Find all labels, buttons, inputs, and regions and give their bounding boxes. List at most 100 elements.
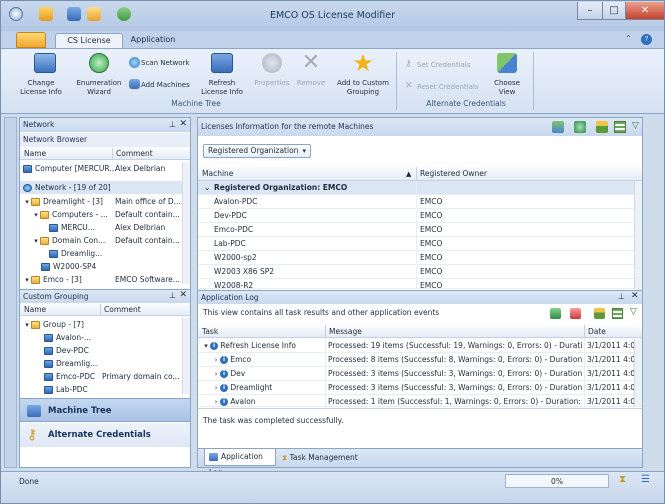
table-row[interactable]: Dev-PDC EMCO <box>198 209 642 223</box>
add-machines-icon[interactable] <box>129 79 140 89</box>
choose-view-icon[interactable] <box>497 53 517 73</box>
add-machines-button[interactable]: Add Machines <box>141 81 193 90</box>
clear-log-icon[interactable] <box>570 308 581 319</box>
nav-alternate-credentials[interactable]: ⚷ Alternate Credentials <box>20 423 190 447</box>
license-edit-icon[interactable] <box>34 53 56 73</box>
close-pane-icon[interactable]: ✕ <box>631 291 639 301</box>
table-row[interactable]: Emco-PDC EMCO <box>198 223 642 237</box>
tree-scrollbar[interactable] <box>182 162 190 284</box>
remove-button[interactable]: Remove <box>293 79 329 88</box>
tab-task-management[interactable]: ⧗ Task Management <box>282 451 358 466</box>
hourglass-icon: ⧗ <box>619 474 627 485</box>
nav-machine-tree[interactable]: Machine Tree <box>20 398 190 422</box>
table-row[interactable]: Lab-PDC EMCO <box>198 237 642 251</box>
help-icon[interactable]: ? <box>641 34 652 45</box>
col-comment[interactable]: Comment <box>112 148 153 160</box>
group-label-machine-tree: Machine Tree <box>171 99 221 108</box>
export-icon[interactable] <box>552 121 564 133</box>
log-navigate-icon[interactable] <box>550 308 561 319</box>
tree-row[interactable]: ▾ Computers - ... Default contain... <box>20 208 190 221</box>
custom-row[interactable]: Dev-PDC <box>20 344 190 357</box>
log-layout-icon[interactable] <box>594 308 605 319</box>
scan-network-button[interactable]: Scan Network <box>141 59 193 68</box>
group-by-chip[interactable]: Registered Organization ▾ <box>203 144 311 158</box>
tree-row[interactable]: W2000-SP4 <box>20 260 190 273</box>
tree-row[interactable]: MERCU... Alex Delbrian <box>20 221 190 234</box>
close-pane-icon[interactable]: ✕ <box>179 119 187 129</box>
log-header: Task Message Date <box>198 325 642 338</box>
add-to-custom-grouping-button[interactable]: Add to Custom Grouping <box>334 79 392 97</box>
minimize-button[interactable]: – <box>577 2 603 20</box>
computer-row[interactable]: Computer [MERCUR... Alex Delbrian <box>20 162 190 175</box>
wizard-icon[interactable] <box>89 53 109 73</box>
log-list-icon[interactable] <box>612 308 623 319</box>
task-list-icon[interactable]: ☰ <box>641 474 650 485</box>
remove-icon: ✕ <box>301 50 321 75</box>
reset-credentials-button[interactable]: Reset Credentials <box>417 83 487 92</box>
main-pane: Licenses Information for the remote Mach… <box>197 117 643 477</box>
close-button[interactable]: ✕ <box>625 2 664 20</box>
table-row[interactable]: Avalon-PDC EMCO <box>198 195 642 209</box>
info-icon: i <box>220 370 228 378</box>
set-credentials-button[interactable]: Set Credentials <box>417 61 481 70</box>
ribbon-separator <box>533 52 534 110</box>
col-machine[interactable]: Machine <box>202 167 233 181</box>
refresh-license-button[interactable]: Refresh License Info <box>197 79 247 97</box>
col-message[interactable]: Message <box>325 325 362 338</box>
tree-row[interactable]: Dreamlig... <box>20 247 190 260</box>
custom-row[interactable]: Lab-PDC <box>20 383 190 396</box>
list-view-icon[interactable] <box>614 121 626 133</box>
pin-icon[interactable]: ⊥ <box>169 120 176 129</box>
log-row[interactable]: › i Dev Processed: 3 items (Successful: 3… <box>198 367 642 381</box>
col-task[interactable]: Task <box>202 325 218 338</box>
change-license-button[interactable]: Change License Info <box>15 79 67 97</box>
table-row[interactable]: W2000-sp2 EMCO <box>198 251 642 265</box>
refresh-view-icon[interactable] <box>574 121 586 133</box>
custom-row[interactable]: Avalon-... <box>20 331 190 344</box>
close-pane-icon[interactable]: ✕ <box>179 290 187 300</box>
properties-button[interactable]: Properties <box>251 79 293 88</box>
table-row[interactable]: W2003 X86 SP2 EMCO <box>198 265 642 279</box>
col-registered-owner[interactable]: Registered Owner <box>416 167 487 181</box>
filter-icon[interactable]: ▽ <box>632 121 639 131</box>
machines-scrollbar[interactable] <box>634 181 642 289</box>
layout-icon[interactable] <box>596 121 608 133</box>
scan-network-icon[interactable] <box>129 57 140 68</box>
file-menu-button[interactable] <box>16 32 46 48</box>
tree-row[interactable]: ▾ Dreamlight - [3] Main office of D... <box>20 195 190 208</box>
col-name[interactable]: Name <box>24 304 46 316</box>
info-icon: i <box>220 398 228 406</box>
log-row[interactable]: › i Avalon Processed: 1 item (Successful:… <box>198 395 642 407</box>
tab-application-log[interactable]: Application Log <box>204 449 276 477</box>
custom-scrollbar[interactable] <box>182 318 190 394</box>
tab-cs-license[interactable]: CS License <box>55 33 123 48</box>
col-comment[interactable]: Comment <box>100 304 141 316</box>
log-row[interactable]: ▾ i Refresh License Info Processed: 19 it… <box>198 339 642 353</box>
pin-icon[interactable]: ⊥ <box>169 291 176 300</box>
custom-row[interactable]: Dreamlig... <box>20 357 190 370</box>
pin-icon[interactable]: ⊥ <box>618 292 625 301</box>
custom-row[interactable]: Emco-PDC Primary domain co... <box>20 370 190 383</box>
chevron-down-icon[interactable]: ▾ <box>302 145 306 157</box>
star-icon[interactable]: ★ <box>351 51 375 75</box>
reset-key-icon: ✕ <box>405 81 413 91</box>
log-row[interactable]: › i Dreamlight Processed: 3 items (Succes… <box>198 381 642 395</box>
collapse-ribbon-icon[interactable]: ⌃ <box>625 34 635 44</box>
refresh-icon[interactable] <box>211 53 233 73</box>
log-row[interactable]: › i Emco Processed: 8 items (Successful: … <box>198 353 642 367</box>
computer-icon <box>44 373 53 381</box>
log-filter-icon[interactable]: ▽ <box>630 307 637 317</box>
tab-application[interactable]: Application <box>125 33 181 48</box>
col-date[interactable]: Date <box>584 325 606 338</box>
tree-row[interactable]: ▾ Emco - [3] EMCO Software... <box>20 273 190 286</box>
tree-row[interactable]: ▾ Domain Con... Default contain... <box>20 234 190 247</box>
col-name[interactable]: Name <box>24 148 46 160</box>
choose-view-button[interactable]: Choose View <box>487 79 527 97</box>
network-node[interactable]: Network - [19 of 20] <box>20 181 190 194</box>
maximize-button[interactable]: □ <box>602 2 626 20</box>
enumeration-wizard-button[interactable]: Enumeration Wizard <box>71 79 127 97</box>
log-scrollbar[interactable] <box>634 339 642 407</box>
custom-row[interactable]: ▾ Group - [7] <box>20 318 190 331</box>
group-row[interactable]: ⌄ Registered Organization: EMCO <box>198 181 642 195</box>
table-row[interactable]: W2008-R2 EMCO <box>198 279 642 289</box>
